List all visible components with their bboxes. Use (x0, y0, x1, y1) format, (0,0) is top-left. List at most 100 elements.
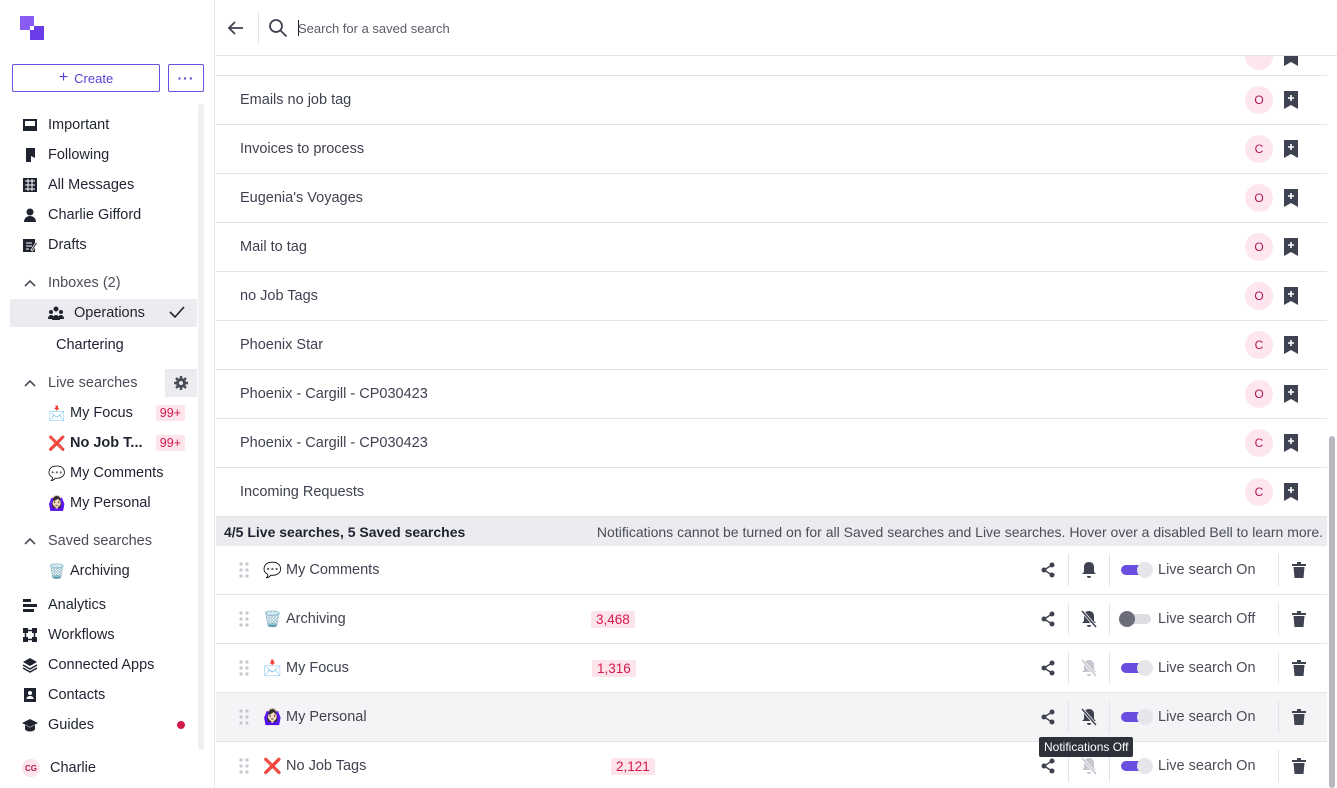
live-search-toggle[interactable] (1119, 611, 1151, 627)
sidebar-item-important[interactable]: Important (10, 111, 197, 139)
sidebar-item-no-job-tags[interactable]: ❌ No Job T... 99+ (10, 429, 197, 457)
search-input[interactable] (298, 16, 898, 40)
drag-handle-icon[interactable] (238, 610, 250, 628)
bookmark-add-icon[interactable] (1283, 336, 1299, 354)
bookmark-add-icon[interactable] (1283, 385, 1299, 403)
more-options-button[interactable]: ··· (168, 64, 204, 92)
trash-icon[interactable] (1289, 707, 1309, 727)
drag-handle-icon[interactable] (238, 561, 250, 579)
tooltip: Notifications Off (1039, 737, 1134, 757)
envelope-icon: 📩 (48, 404, 66, 421)
saved-search-name: Eugenia's Voyages (240, 190, 363, 206)
list-item[interactable]: no Job Tags O (216, 272, 1327, 321)
sidebar-item-operations[interactable]: Operations (10, 299, 197, 327)
scrollbar-thumb[interactable] (1329, 436, 1335, 788)
bookmark-add-icon[interactable] (1283, 434, 1299, 452)
share-icon[interactable] (1038, 658, 1058, 678)
drag-handle-icon[interactable] (238, 659, 250, 677)
live-search-toggle[interactable] (1121, 709, 1153, 725)
create-button-label: Create (74, 70, 114, 86)
divider (1109, 652, 1110, 684)
divider (1109, 603, 1110, 635)
live-search-toggle[interactable] (1121, 758, 1153, 774)
table-row[interactable]: 🙆🏻‍♀️ My Personal Live search On (216, 693, 1327, 742)
list-item[interactable]: Eugenia's Voyages O (216, 174, 1327, 223)
list-item[interactable]: Incoming Requests C (216, 468, 1327, 517)
sidebar-item-label: Chartering (56, 337, 124, 353)
sidebar-item-my-personal[interactable]: 🙆🏻‍♀️ My Personal (10, 489, 197, 517)
drag-handle-icon[interactable] (238, 757, 250, 775)
speech-bubble-icon: 💬 (48, 464, 66, 481)
main-scrollbar[interactable] (1327, 56, 1337, 788)
bell-off-icon[interactable] (1079, 609, 1099, 629)
sidebar-item-all-messages[interactable]: All Messages (10, 171, 197, 199)
grid-icon (22, 177, 38, 193)
live-search-status: Live search On (1158, 660, 1256, 676)
share-icon[interactable] (1038, 756, 1058, 776)
drag-handle-icon[interactable] (238, 708, 250, 726)
bookmark-add-icon[interactable] (1283, 483, 1299, 501)
sidebar-item-chartering[interactable]: Chartering (10, 331, 197, 359)
bell-off-icon[interactable] (1079, 658, 1099, 678)
sidebar-item-my-comments[interactable]: 💬 My Comments (10, 459, 197, 487)
sidebar-item-my-focus[interactable]: 📩 My Focus 99+ (10, 399, 197, 427)
live-searches-settings-button[interactable] (165, 369, 197, 397)
trash-icon[interactable] (1289, 609, 1309, 629)
sidebar-item-contacts[interactable]: Contacts (10, 681, 197, 709)
bookmark-add-icon[interactable] (1283, 140, 1299, 158)
summary-bar: 4/5 Live searches, 5 Saved searches Noti… (216, 517, 1327, 546)
table-row[interactable]: ❌ No Job Tags 2,121 Live search On (216, 742, 1327, 788)
bookmark-add-icon[interactable] (1283, 189, 1299, 207)
create-button[interactable]: + Create (12, 64, 160, 92)
bookmark-icon[interactable] (1283, 56, 1299, 66)
trash-icon[interactable] (1289, 658, 1309, 678)
user-profile[interactable]: CG Charlie (10, 754, 197, 782)
sidebar-item-connected-apps[interactable]: Connected Apps (10, 651, 197, 679)
share-icon[interactable] (1038, 707, 1058, 727)
bookmark-add-icon[interactable] (1283, 287, 1299, 305)
trash-icon[interactable] (1289, 560, 1309, 580)
sidebar-item-label: My Comments (70, 465, 164, 481)
table-row[interactable]: 💬 My Comments Live search On (216, 546, 1327, 595)
live-search-toggle[interactable] (1121, 562, 1153, 578)
sidebar-item-drafts[interactable]: Drafts (10, 231, 197, 259)
table-row[interactable]: 🗑️ Archiving 3,468 Live search Off (216, 595, 1327, 644)
sidebar-item-guides[interactable]: Guides (10, 711, 197, 739)
sidebar-scrollbar[interactable] (198, 104, 204, 750)
sidebar-item-following[interactable]: Following (10, 141, 197, 169)
sidebar-item-archiving[interactable]: 🗑️ Archiving (10, 557, 197, 585)
sidebar-item-label: Connected Apps (48, 657, 155, 673)
search-emoji-icon: 🙆🏻‍♀️ (263, 709, 282, 726)
sidebar-item-workflows[interactable]: Workflows (10, 621, 197, 649)
list-item[interactable]: Phoenix - Cargill - CP030423 C (216, 419, 1327, 468)
main-panel: Emails no job tag O Invoices to process C Eu… (216, 0, 1337, 788)
divider (1109, 701, 1110, 733)
list-item[interactable]: Emails no job tag O (216, 76, 1327, 125)
share-icon[interactable] (1038, 609, 1058, 629)
bookmark-add-icon[interactable] (1283, 91, 1299, 109)
sidebar-item-charlie-gifford[interactable]: Charlie Gifford (10, 201, 197, 229)
bell-icon[interactable] (1079, 560, 1099, 580)
chevron-up-icon (24, 537, 38, 545)
list-item[interactable]: Phoenix - Cargill - CP030423 O (216, 370, 1327, 419)
inboxes-section-header[interactable]: Inboxes (2) (10, 269, 197, 297)
live-search-toggle[interactable] (1121, 660, 1153, 676)
sidebar-item-label: Following (48, 147, 110, 163)
bell-off-icon[interactable] (1079, 707, 1099, 727)
list-item[interactable]: Phoenix Star C (216, 321, 1327, 370)
sidebar-item-analytics[interactable]: Analytics (10, 591, 197, 619)
trash-icon[interactable] (1289, 756, 1309, 776)
live-searches-section-header[interactable]: Live searches (10, 369, 197, 397)
saved-searches-label: Saved searches (48, 533, 152, 549)
table-row[interactable]: 📩 My Focus 1,316 Live search On (216, 644, 1327, 693)
list-item[interactable]: Invoices to process C (216, 125, 1327, 174)
back-arrow-icon[interactable] (226, 18, 246, 38)
list-item[interactable]: Mail to tag O (216, 223, 1327, 272)
bookmark-add-icon[interactable] (1283, 238, 1299, 256)
app-logo-icon[interactable] (20, 16, 44, 40)
saved-searches-section-header[interactable]: Saved searches (10, 527, 197, 555)
list-item[interactable] (216, 56, 1327, 76)
share-icon[interactable] (1038, 560, 1058, 580)
result-count-badge: 2,121 (611, 757, 655, 775)
bell-off-icon[interactable] (1079, 756, 1099, 776)
